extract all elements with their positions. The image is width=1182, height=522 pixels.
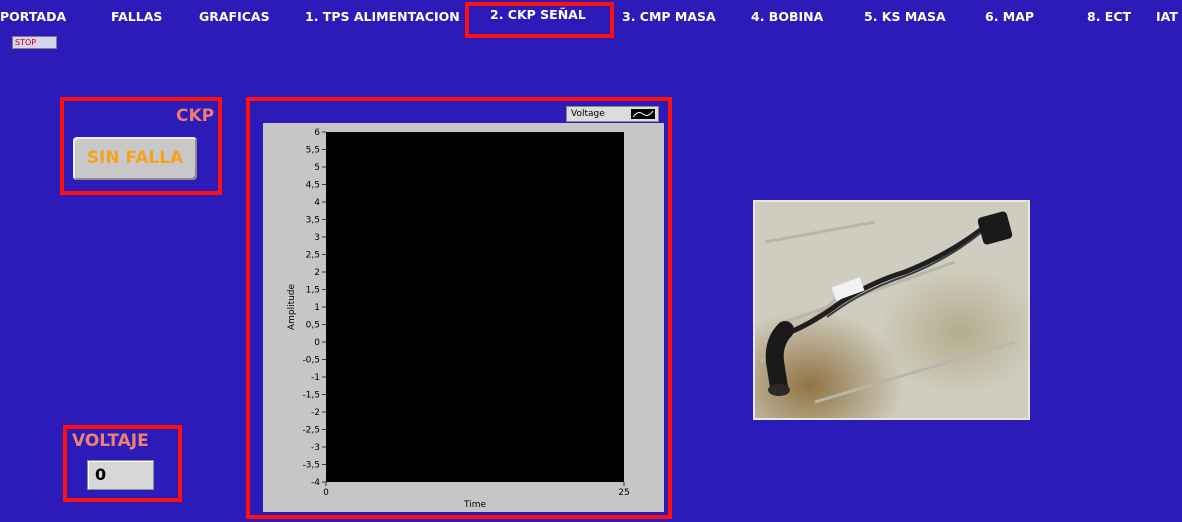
wave-line-icon [631, 109, 655, 119]
voltage-value-field: 0 [87, 460, 154, 490]
y-tick-label: -1,5 [302, 391, 320, 401]
sensor-title: CKP [176, 106, 215, 126]
y-tick-label: 3,5 [306, 216, 320, 226]
tab-portada[interactable]: PORTADA [0, 6, 66, 28]
y-tick-label: -0,5 [302, 356, 320, 366]
y-tick-label: -4 [311, 478, 320, 488]
status-indicator-button[interactable]: SIN FALLA [73, 137, 197, 180]
y-tick-label: 0,5 [306, 321, 320, 331]
waveform-chart: 6 5,5 5 4,5 4 3,5 3 2,5 2 1,5 1 0,5 0 -0,5 -1 -1,5 -2 -2,… [287, 128, 630, 510]
tab-tps-alimentacion[interactable]: 1. TPS ALIMENTACION [305, 6, 460, 28]
tab-ect[interactable]: 8. ECT [1087, 6, 1131, 28]
y-tick-label: -3 [311, 443, 320, 453]
tab-graficas[interactable]: GRAFICAS [199, 6, 270, 28]
y-tick-label: 1,5 [306, 286, 320, 296]
y-tick-label: 5,5 [306, 146, 320, 156]
tab-map[interactable]: 6. MAP [985, 6, 1034, 28]
y-axis-label: Amplitude [287, 283, 297, 330]
plot-area [326, 132, 624, 482]
y-tick-label: -2 [311, 408, 320, 418]
y-tick-label: 2,5 [306, 251, 320, 261]
active-tab-highlight [465, 2, 614, 38]
tab-bobina[interactable]: 4. BOBINA [751, 6, 823, 28]
legend-label: Voltage [571, 109, 605, 119]
y-tick-label: 6 [314, 128, 320, 138]
ckp-sensor-photo [753, 200, 1030, 420]
tab-ks-masa[interactable]: 5. KS MASA [864, 6, 946, 28]
y-tick-label: 1 [314, 303, 320, 313]
voltage-label: VOLTAJE [72, 431, 149, 451]
tab-iat[interactable]: IAT [1156, 6, 1178, 28]
y-tick-label: -3,5 [302, 461, 320, 471]
x-axis-label: Time [463, 500, 486, 510]
y-tick-label: 3 [314, 233, 320, 243]
y-tick-label: -1 [311, 373, 320, 383]
y-tick-label: 0 [314, 338, 320, 348]
x-tick-label: 25 [618, 488, 629, 498]
y-tick-label: -2,5 [302, 426, 320, 436]
y-tick-label: 5 [314, 163, 320, 173]
y-tick-label: 4 [314, 198, 320, 208]
plot-legend[interactable]: Voltage [566, 106, 659, 122]
y-tick-label: 2 [314, 268, 320, 278]
y-tick-label: 4,5 [306, 181, 320, 191]
tab-cmp-masa[interactable]: 3. CMP MASA [622, 6, 716, 28]
tab-fallas[interactable]: FALLAS [111, 6, 162, 28]
x-tick-label: 0 [323, 488, 329, 498]
stop-button[interactable]: STOP [12, 36, 57, 49]
